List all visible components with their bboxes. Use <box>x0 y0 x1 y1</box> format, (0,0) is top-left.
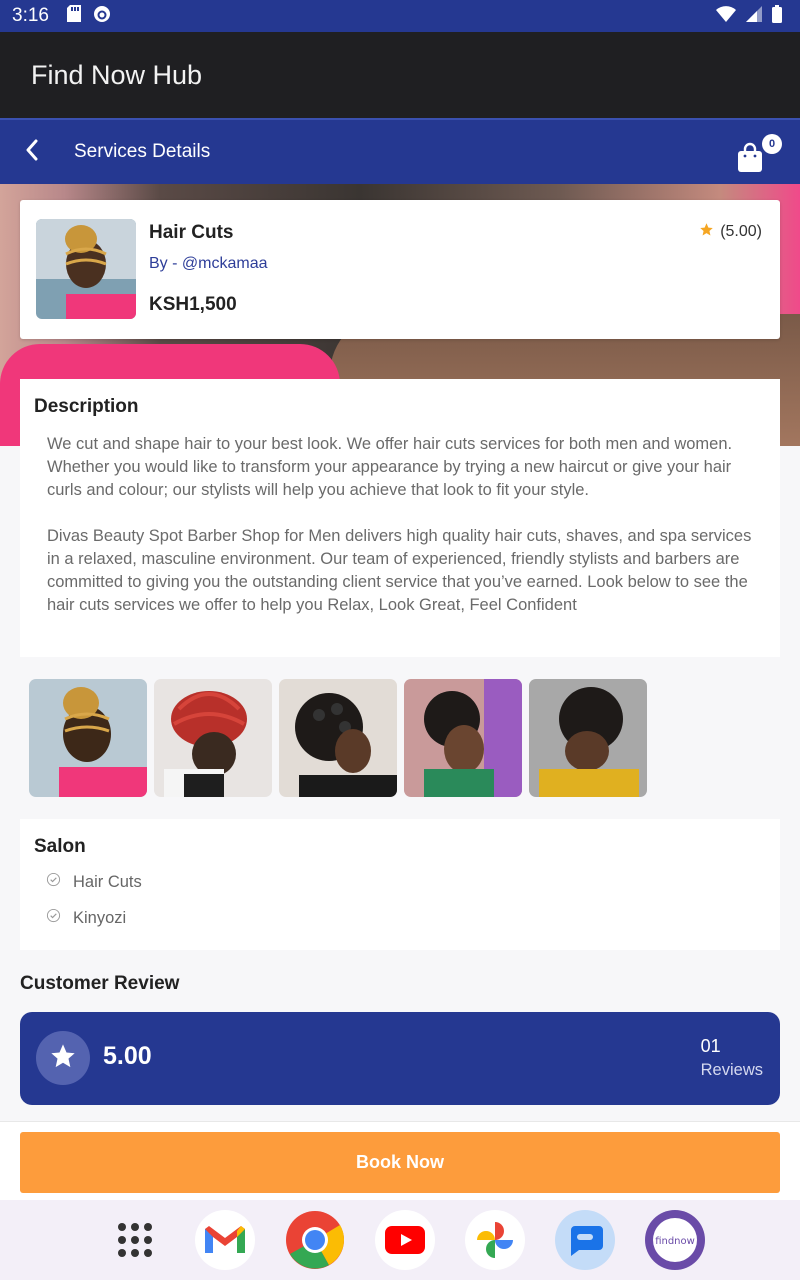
service-name: Hair Cuts <box>149 222 234 243</box>
salon-category-label: Hair Cuts <box>73 872 142 891</box>
salon-card: Salon Hair Cuts Kinyozi <box>20 819 780 950</box>
gallery-image[interactable] <box>529 679 647 797</box>
book-now-button[interactable]: Book Now <box>20 1132 780 1193</box>
service-gallery <box>29 679 647 797</box>
review-star-badge <box>36 1031 90 1085</box>
chevron-left-icon <box>25 139 39 166</box>
status-bar: 3:16 <box>0 0 800 32</box>
status-time: 3:16 <box>12 5 49 26</box>
star-icon <box>49 1042 77 1075</box>
description-paragraph: Divas Beauty Spot Barber Shop for Men de… <box>47 527 752 614</box>
signal-icon <box>746 5 762 27</box>
star-icon <box>699 222 714 242</box>
service-rating: (5.00) <box>699 222 762 242</box>
battery-icon <box>772 4 782 28</box>
gallery-image[interactable] <box>279 679 397 797</box>
review-count-number: 01 <box>700 1036 721 1056</box>
service-summary-card: Hair Cuts By - @mckamaa KSH1,500 (5.00) <box>20 200 780 339</box>
app-title: Find Now Hub <box>31 59 203 90</box>
customer-review-heading: Customer Review <box>20 973 180 994</box>
review-summary-card[interactable]: 5.00 01 Reviews <box>20 1012 780 1105</box>
salon-title: Salon <box>34 836 86 857</box>
messages-icon[interactable] <box>555 1210 615 1270</box>
check-circle-icon <box>46 908 61 928</box>
svg-text:findnow: findnow <box>655 1236 695 1247</box>
cart-count-badge: 0 <box>762 134 782 154</box>
description-paragraph: We cut and shape hair to your best look.… <box>47 435 733 499</box>
salon-category-item: Hair Cuts <box>46 872 142 892</box>
service-provider-link[interactable]: By - @mckamaa <box>149 255 267 273</box>
service-price: KSH1,500 <box>149 294 237 315</box>
gmail-icon[interactable] <box>195 1210 255 1270</box>
review-count-label: Reviews <box>700 1061 763 1079</box>
review-score: 5.00 <box>103 1042 152 1070</box>
sync-icon <box>93 5 111 28</box>
youtube-icon[interactable] <box>375 1210 435 1270</box>
nav-title: Services Details <box>74 141 211 162</box>
description-title: Description <box>34 396 139 417</box>
salon-category-label: Kinyozi <box>73 908 127 927</box>
chrome-icon[interactable] <box>285 1210 345 1270</box>
cart-button[interactable]: 0 <box>738 134 782 172</box>
description-text: We cut and shape hair to your best look.… <box>47 433 767 617</box>
gallery-image[interactable] <box>404 679 522 797</box>
photos-icon[interactable] <box>465 1210 525 1270</box>
review-count: 01 Reviews <box>701 1036 763 1080</box>
service-thumbnail <box>36 219 136 319</box>
gallery-image[interactable] <box>154 679 272 797</box>
description-card: Description We cut and shape hair to you… <box>20 379 780 657</box>
gallery-image[interactable] <box>29 679 147 797</box>
app-drawer-icon[interactable] <box>105 1210 165 1270</box>
app-header: Find Now Hub <box>0 32 800 118</box>
wifi-icon <box>716 5 736 27</box>
nav-bar: Services Details 0 <box>0 118 800 184</box>
findnow-app-icon[interactable]: findnow <box>645 1210 705 1270</box>
check-circle-icon <box>46 872 61 892</box>
sd-card-icon <box>66 5 81 27</box>
booking-footer: Book Now <box>0 1121 800 1200</box>
salon-category-item: Kinyozi <box>46 908 126 928</box>
system-dock: findnow <box>0 1200 800 1280</box>
rating-value: (5.00) <box>720 223 762 240</box>
back-button[interactable] <box>0 120 64 184</box>
